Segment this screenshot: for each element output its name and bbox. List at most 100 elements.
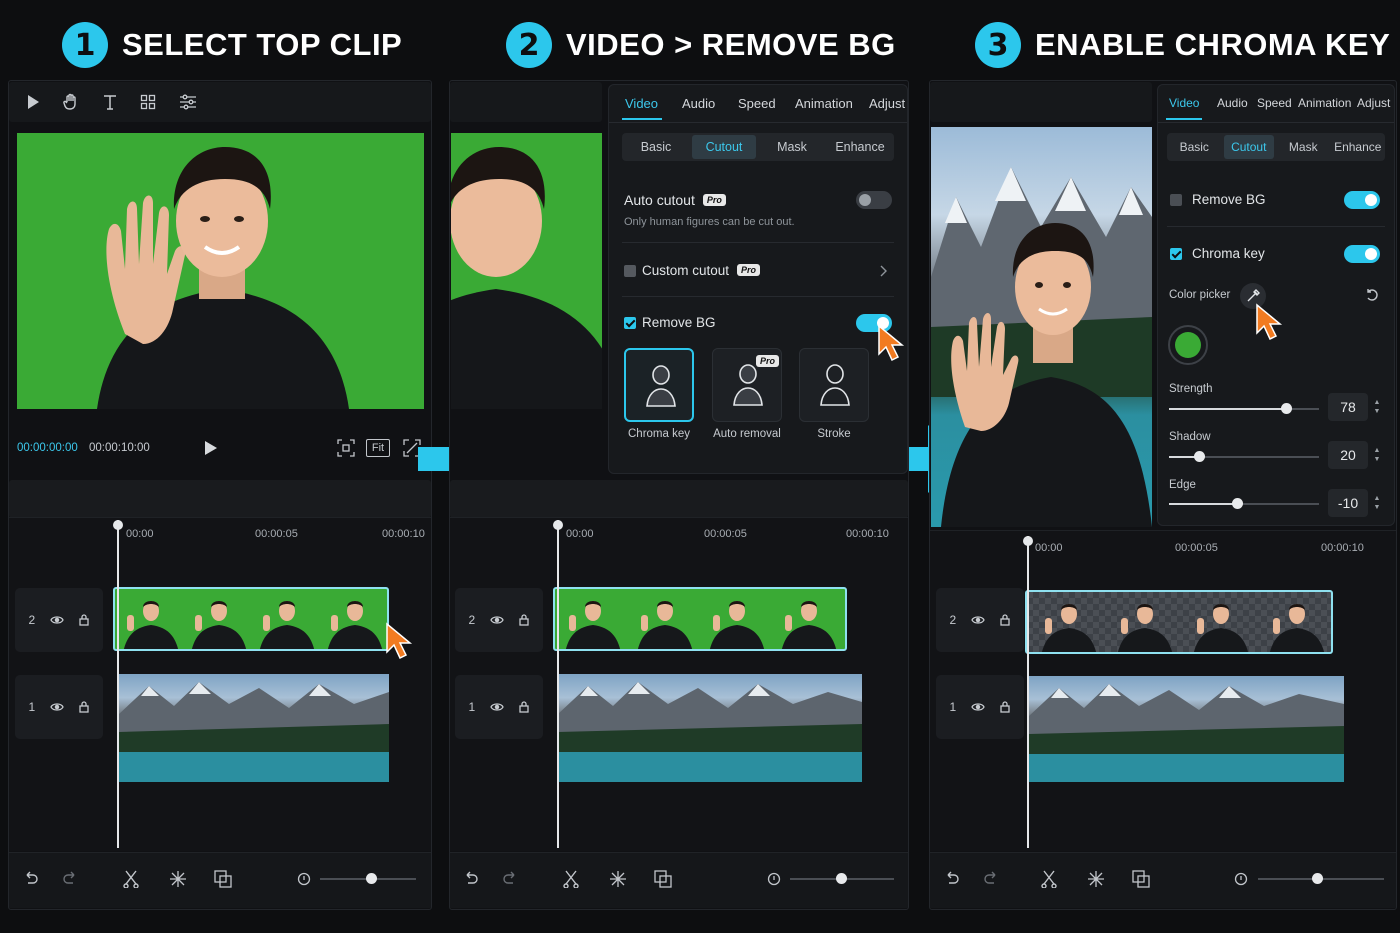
strength-stepper[interactable]: ▲ ▼ bbox=[1372, 393, 1382, 421]
tab-adjust[interactable]: Adjust bbox=[1357, 96, 1390, 110]
edge-value[interactable]: -10 bbox=[1328, 489, 1368, 517]
lock-icon[interactable] bbox=[519, 614, 530, 626]
ruler-mid: 00:00:05 bbox=[255, 528, 298, 540]
adjust-tool-icon[interactable] bbox=[178, 92, 198, 112]
zoom-slider[interactable] bbox=[790, 873, 894, 884]
shadow-value[interactable]: 20 bbox=[1328, 441, 1368, 469]
redo-icon[interactable] bbox=[982, 870, 1000, 888]
auto-cutout-label: Auto cutout Pro bbox=[624, 192, 726, 208]
remove-bg-checkbox[interactable] bbox=[1170, 194, 1182, 206]
text-tool-icon[interactable] bbox=[100, 92, 120, 112]
split-icon[interactable] bbox=[562, 869, 580, 889]
select-tool-icon[interactable] bbox=[24, 92, 42, 112]
tab-video[interactable]: Video bbox=[625, 96, 658, 111]
chroma-key-toggle[interactable] bbox=[1344, 245, 1380, 263]
tab-audio[interactable]: Audio bbox=[1217, 96, 1248, 110]
playhead[interactable] bbox=[113, 520, 123, 848]
lock-icon[interactable] bbox=[1000, 701, 1011, 713]
track-2-number: 2 bbox=[468, 613, 476, 627]
track-2-number: 2 bbox=[949, 613, 957, 627]
landscape-clip[interactable] bbox=[119, 674, 389, 782]
playhead[interactable] bbox=[1023, 536, 1033, 848]
eye-icon[interactable] bbox=[490, 615, 505, 625]
auto-removal-option[interactable]: Pro bbox=[712, 348, 782, 422]
crop-icon[interactable] bbox=[213, 869, 233, 889]
playhead[interactable] bbox=[553, 520, 563, 848]
lock-icon[interactable] bbox=[79, 614, 90, 626]
divider bbox=[1167, 226, 1385, 227]
green-screen-clip[interactable] bbox=[113, 587, 389, 651]
fit-button[interactable]: Fit bbox=[366, 439, 390, 457]
eye-icon[interactable] bbox=[490, 702, 505, 712]
lock-icon[interactable] bbox=[79, 701, 90, 713]
keyed-clip[interactable] bbox=[1025, 590, 1333, 654]
track-2-header: 2 bbox=[15, 588, 103, 652]
remove-bg-checkbox[interactable] bbox=[624, 317, 636, 329]
zoom-slider[interactable] bbox=[1258, 873, 1384, 884]
auto-cutout-toggle[interactable] bbox=[856, 191, 892, 209]
strength-value[interactable]: 78 bbox=[1328, 393, 1368, 421]
subtab-basic[interactable]: Basic bbox=[624, 135, 688, 159]
crop-icon[interactable] bbox=[1131, 869, 1151, 889]
chevron-right-icon[interactable] bbox=[878, 263, 890, 279]
chroma-key-option[interactable] bbox=[624, 348, 694, 422]
chroma-key-checkbox[interactable] bbox=[1170, 248, 1182, 260]
crop-icon[interactable] bbox=[653, 869, 673, 889]
ratio-icon[interactable] bbox=[336, 438, 356, 458]
play-icon[interactable] bbox=[202, 438, 220, 458]
custom-cutout-checkbox[interactable] bbox=[624, 265, 636, 277]
redo-icon[interactable] bbox=[501, 870, 519, 888]
undo-icon[interactable] bbox=[462, 870, 480, 888]
split-icon[interactable] bbox=[1040, 869, 1058, 889]
subtab-cutout[interactable]: Cutout bbox=[692, 135, 756, 159]
reset-icon[interactable] bbox=[1364, 287, 1380, 303]
lock-icon[interactable] bbox=[1000, 614, 1011, 626]
tab-audio[interactable]: Audio bbox=[682, 96, 715, 111]
remove-bg-toggle[interactable] bbox=[1344, 191, 1380, 209]
subtab-cutout[interactable]: Cutout bbox=[1223, 135, 1274, 159]
green-screen-clip[interactable] bbox=[553, 587, 847, 651]
person-outline-icon bbox=[733, 364, 763, 406]
subtab-basic[interactable]: Basic bbox=[1169, 135, 1220, 159]
zoom-icon[interactable] bbox=[296, 871, 312, 887]
subtab-mask[interactable]: Mask bbox=[760, 135, 824, 159]
subtab-mask[interactable]: Mask bbox=[1278, 135, 1329, 159]
subtab-enhance[interactable]: Enhance bbox=[1333, 135, 1384, 159]
current-time: 00:00:00:00 bbox=[17, 442, 78, 454]
undo-icon[interactable] bbox=[22, 870, 40, 888]
tab-video[interactable]: Video bbox=[1169, 96, 1199, 110]
shadow-stepper[interactable]: ▲ ▼ bbox=[1372, 441, 1382, 469]
zoom-icon[interactable] bbox=[766, 871, 782, 887]
split-icon[interactable] bbox=[122, 869, 140, 889]
zoom-icon[interactable] bbox=[1233, 871, 1249, 887]
landscape-clip[interactable] bbox=[558, 674, 862, 782]
stroke-option[interactable] bbox=[799, 348, 869, 422]
freeze-icon[interactable] bbox=[1086, 869, 1106, 889]
hand-tool-icon[interactable] bbox=[61, 92, 81, 112]
lock-icon[interactable] bbox=[519, 701, 530, 713]
eye-icon[interactable] bbox=[971, 702, 986, 712]
edge-stepper[interactable]: ▲ ▼ bbox=[1372, 489, 1382, 517]
shadow-slider[interactable] bbox=[1169, 451, 1319, 462]
eye-icon[interactable] bbox=[50, 702, 65, 712]
step-3-number: 3 bbox=[975, 22, 1021, 68]
edge-slider[interactable] bbox=[1169, 498, 1319, 509]
layout-tool-icon[interactable] bbox=[138, 92, 158, 112]
subtab-enhance[interactable]: Enhance bbox=[828, 135, 892, 159]
freeze-icon[interactable] bbox=[608, 869, 628, 889]
tab-speed[interactable]: Speed bbox=[738, 96, 776, 111]
eye-icon[interactable] bbox=[971, 615, 986, 625]
tab-adjust[interactable]: Adjust bbox=[869, 96, 905, 111]
zoom-slider[interactable] bbox=[320, 873, 416, 884]
tab-speed[interactable]: Speed bbox=[1257, 96, 1292, 110]
freeze-icon[interactable] bbox=[168, 869, 188, 889]
landscape-clip[interactable] bbox=[1029, 676, 1344, 782]
redo-icon[interactable] bbox=[61, 870, 79, 888]
tab-animation[interactable]: Animation bbox=[1298, 96, 1351, 110]
divider bbox=[622, 242, 894, 243]
undo-icon[interactable] bbox=[943, 870, 961, 888]
eye-icon[interactable] bbox=[50, 615, 65, 625]
picked-color-swatch[interactable] bbox=[1168, 325, 1208, 365]
strength-slider[interactable] bbox=[1169, 403, 1319, 414]
tab-animation[interactable]: Animation bbox=[795, 96, 853, 111]
